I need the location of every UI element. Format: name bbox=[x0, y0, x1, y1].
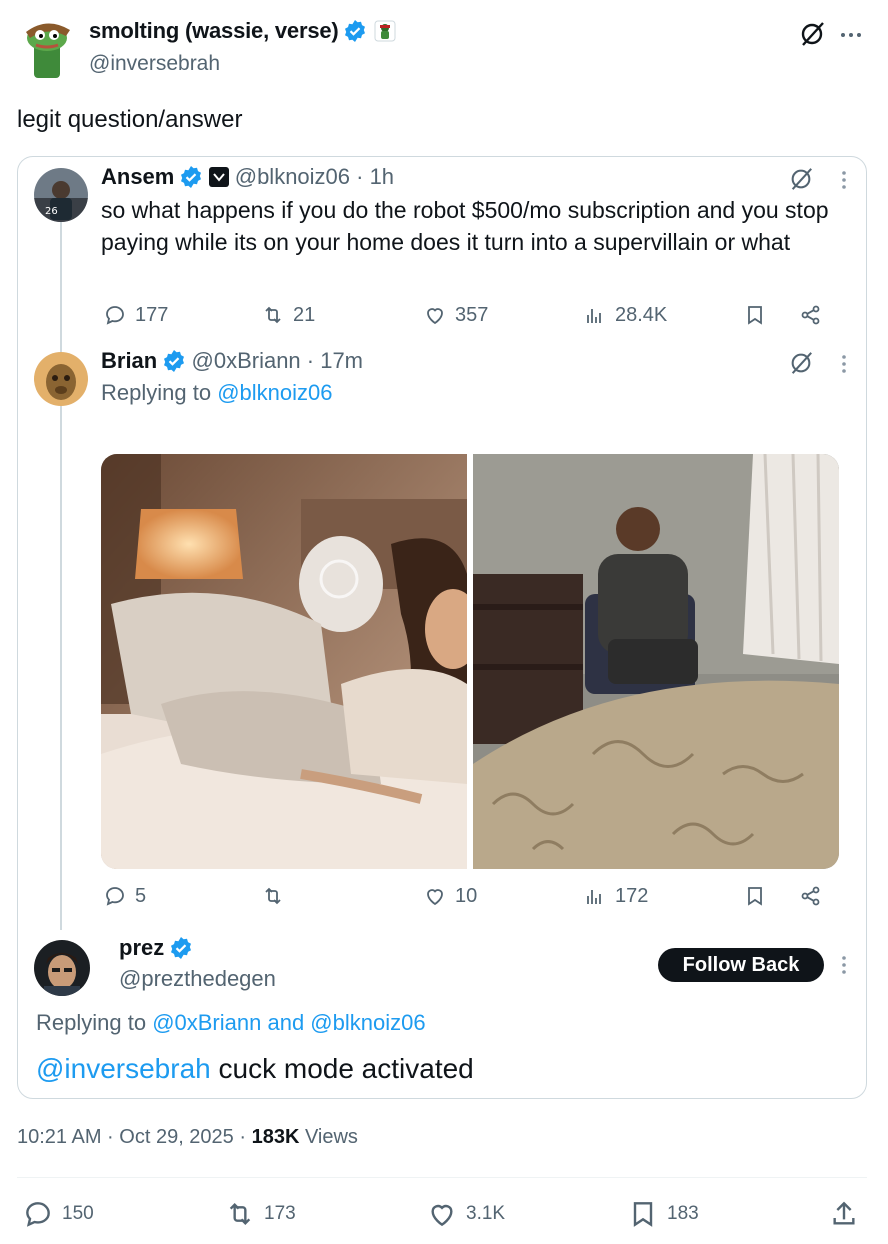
replying-prefix: Replying to bbox=[101, 380, 218, 405]
reply-button[interactable]: 5 bbox=[103, 884, 146, 908]
repost-button[interactable]: 173 bbox=[224, 1198, 296, 1230]
attached-image-robot[interactable] bbox=[101, 454, 467, 869]
prez-post-text: @inversebrah cuck mode activated bbox=[36, 1053, 474, 1085]
bookmark-button[interactable]: 183 bbox=[627, 1198, 699, 1230]
views-button[interactable]: 172 bbox=[583, 884, 648, 908]
attached-image-bedroom[interactable] bbox=[473, 454, 839, 869]
reply-icon bbox=[26, 1202, 50, 1227]
like-button[interactable]: 10 bbox=[423, 884, 477, 908]
reply-icon bbox=[106, 306, 124, 325]
bookmark-button[interactable] bbox=[743, 884, 767, 908]
views-label: Views bbox=[299, 1126, 358, 1148]
replying-prefix: Replying to bbox=[36, 1010, 153, 1035]
display-name-text: smolting (wassie, verse) bbox=[89, 18, 339, 43]
views-count: 172 bbox=[615, 884, 649, 907]
verified-badge-icon bbox=[180, 166, 202, 188]
views-total: 183K bbox=[251, 1126, 300, 1148]
verified-badge-icon bbox=[344, 20, 366, 42]
replying-mention-link[interactable]: @0xBriann bbox=[152, 1010, 261, 1035]
prez-post-body: cuck mode activated bbox=[210, 1053, 474, 1084]
prez-name-row[interactable]: prez bbox=[119, 935, 192, 961]
grok-icon[interactable] bbox=[788, 350, 814, 381]
reply-count: 150 bbox=[62, 1203, 94, 1224]
ansem-handle: @blknoiz06 · 1h bbox=[234, 164, 395, 189]
thread-line bbox=[60, 222, 62, 930]
affiliate-badge-icon bbox=[374, 20, 396, 42]
repost-count: 21 bbox=[293, 303, 316, 326]
tweet-text: legit question/answer bbox=[17, 106, 243, 133]
verified-badge-icon bbox=[163, 350, 185, 372]
affiliate-badge-icon bbox=[208, 167, 229, 187]
display-name[interactable]: smolting (wassie, verse) bbox=[89, 18, 396, 44]
heart-icon bbox=[427, 308, 443, 325]
reply-button[interactable]: 150 bbox=[22, 1198, 94, 1230]
ansem-name-row[interactable]: Ansem @blknoiz06 · 1h bbox=[101, 164, 394, 190]
bookmark-button[interactable] bbox=[743, 303, 767, 327]
share-button[interactable] bbox=[799, 303, 823, 327]
bookmark-icon bbox=[748, 887, 762, 906]
svg-text:26: 26 bbox=[45, 206, 58, 217]
verified-badge-icon bbox=[170, 937, 192, 959]
share-button[interactable] bbox=[828, 1198, 860, 1230]
follow-back-button[interactable]: Follow Back bbox=[658, 948, 824, 982]
upload-share-icon bbox=[833, 1201, 855, 1225]
reply-count: 177 bbox=[135, 303, 169, 326]
timestamp[interactable]: 10:21 AM · Oct 29, 2025 · bbox=[17, 1126, 252, 1148]
replying-mention-link[interactable]: @blknoiz06 bbox=[217, 380, 332, 405]
repost-button[interactable] bbox=[261, 884, 285, 908]
like-count: 357 bbox=[455, 303, 489, 326]
share-button[interactable] bbox=[799, 884, 823, 908]
repost-icon bbox=[265, 306, 281, 324]
mention-link[interactable]: @inversebrah bbox=[36, 1053, 211, 1084]
avatar[interactable] bbox=[20, 18, 76, 80]
heart-icon bbox=[427, 889, 443, 906]
views-icon bbox=[587, 890, 601, 904]
views-icon bbox=[587, 309, 601, 323]
repost-count: 173 bbox=[264, 1203, 296, 1224]
share-icon bbox=[801, 305, 820, 325]
like-button[interactable]: 3.1K bbox=[426, 1198, 505, 1230]
views-button[interactable]: 28.4K bbox=[583, 303, 667, 327]
replying-to: Replying to @0xBriann and @blknoiz06 bbox=[36, 1010, 426, 1036]
reply-button[interactable]: 177 bbox=[103, 303, 168, 327]
brian-name: Brian bbox=[101, 348, 158, 373]
more-options-icon[interactable] bbox=[836, 352, 852, 381]
replying-mention-link[interactable]: @blknoiz06 bbox=[310, 1010, 425, 1035]
repost-button[interactable]: 21 bbox=[261, 303, 315, 327]
brian-name-row[interactable]: Brian @0xBriann · 17m bbox=[101, 348, 363, 374]
bookmark-count: 183 bbox=[667, 1203, 699, 1224]
ansem-name: Ansem bbox=[101, 164, 175, 189]
brian-avatar[interactable] bbox=[34, 352, 88, 406]
grok-icon[interactable] bbox=[788, 166, 814, 197]
like-count: 10 bbox=[455, 884, 478, 907]
brian-handle: @0xBriann · 17m bbox=[191, 348, 364, 373]
heart-icon bbox=[431, 1204, 453, 1227]
like-button[interactable]: 357 bbox=[423, 303, 488, 327]
reply-count: 5 bbox=[135, 884, 147, 907]
more-options-icon[interactable] bbox=[836, 168, 852, 197]
more-options-icon[interactable] bbox=[836, 953, 852, 982]
prez-handle[interactable]: @prezthedegen bbox=[119, 966, 276, 992]
grok-icon[interactable] bbox=[798, 20, 826, 48]
prez-avatar[interactable] bbox=[34, 940, 90, 996]
repost-icon bbox=[229, 1202, 251, 1226]
replying-to: Replying to @blknoiz06 bbox=[101, 380, 332, 406]
prez-name: prez bbox=[119, 935, 165, 960]
reply-icon bbox=[106, 887, 124, 906]
share-icon bbox=[801, 886, 820, 906]
timestamp-row: 10:21 AM · Oct 29, 2025 · 183K Views bbox=[17, 1126, 358, 1149]
repost-icon bbox=[265, 887, 281, 905]
ansem-avatar[interactable]: 26 bbox=[34, 168, 88, 222]
replying-and: and bbox=[261, 1010, 311, 1035]
views-count: 28.4K bbox=[615, 303, 668, 326]
like-count: 3.1K bbox=[466, 1203, 506, 1224]
divider bbox=[17, 1177, 867, 1178]
bookmark-icon bbox=[748, 306, 762, 325]
more-options-icon[interactable] bbox=[836, 20, 866, 50]
ansem-post-text: so what happens if you do the robot $500… bbox=[101, 197, 829, 255]
handle[interactable]: @inversebrah bbox=[89, 52, 220, 76]
bookmark-icon bbox=[633, 1202, 653, 1227]
